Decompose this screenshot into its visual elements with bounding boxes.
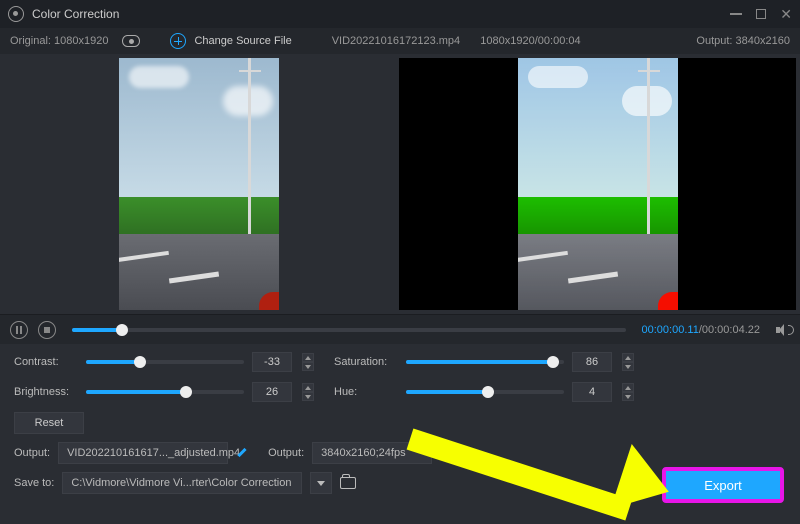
brightness-value[interactable]: 26 (252, 382, 292, 402)
saturation-step-up[interactable] (622, 353, 634, 362)
playback-time: 00:00:00.11/00:00:04.22 (642, 324, 760, 336)
saturation-stepper (622, 353, 634, 371)
saturation-value[interactable]: 86 (572, 352, 612, 372)
save-path-dropdown[interactable] (310, 472, 332, 494)
preview-area (0, 54, 800, 314)
output-label-text: Output: (696, 35, 732, 47)
reset-button[interactable]: Reset (14, 412, 84, 434)
save-path-field[interactable]: C:\Vidmore\Vidmore Vi...rter\Color Corre… (62, 472, 302, 494)
original-label-text: Original: (10, 35, 51, 47)
app-icon (8, 6, 24, 22)
preview-adjusted (399, 58, 796, 310)
stop-button[interactable] (38, 321, 56, 339)
maximize-button[interactable] (756, 9, 766, 19)
output-row-1: Output: VID202210161617..._adjusted.mp4 … (14, 442, 786, 464)
time-current: 00:00:00.11 (642, 324, 699, 336)
brightness-step-down[interactable] (302, 392, 314, 401)
time-total: 00:00:04.22 (702, 324, 760, 336)
window-controls: ✕ (730, 7, 792, 21)
hue-stepper (622, 383, 634, 401)
hue-value[interactable]: 4 (572, 382, 612, 402)
source-res-duration: 1080x1920/00:00:04 (480, 35, 580, 47)
output-format-label: Output: (268, 447, 304, 459)
volume-icon[interactable] (776, 324, 790, 336)
contrast-label: Contrast: (14, 356, 78, 368)
output-filename-label: Output: (14, 447, 50, 459)
contrast-value[interactable]: -33 (252, 352, 292, 372)
minimize-button[interactable] (730, 13, 742, 15)
window-title: Color Correction (32, 7, 119, 21)
pause-button[interactable] (10, 321, 28, 339)
saturation-label: Saturation: (334, 356, 398, 368)
contrast-step-up[interactable] (302, 353, 314, 362)
video-frame-adjusted (518, 58, 678, 310)
saturation-step-down[interactable] (622, 362, 634, 371)
save-to-label: Save to: (14, 477, 54, 489)
file-info: VID20221016172123.mp4 1080x1920/00:00:04 (332, 35, 581, 47)
adjustment-sliders: Contrast: -33 Saturation: 86 Brightness:… (0, 344, 800, 406)
hue-slider[interactable] (406, 390, 564, 394)
change-source-button[interactable]: Change Source File (194, 35, 291, 47)
original-resolution: 1080x1920 (54, 35, 108, 47)
preview-toggle-icon[interactable] (122, 35, 140, 47)
close-button[interactable]: ✕ (780, 7, 792, 21)
hue-label: Hue: (334, 386, 398, 398)
output-format-field[interactable]: 3840x2160;24fps (312, 442, 432, 464)
hue-step-down[interactable] (622, 392, 634, 401)
brightness-step-up[interactable] (302, 383, 314, 392)
info-bar: Original: 1080x1920 Change Source File V… (0, 28, 800, 54)
brightness-row: Brightness: 26 (14, 382, 314, 402)
original-label: Original: 1080x1920 (10, 35, 108, 47)
scrub-slider[interactable] (72, 328, 626, 332)
saturation-slider[interactable] (406, 360, 564, 364)
scrub-knob[interactable] (116, 324, 128, 336)
title-bar: Color Correction ✕ (0, 0, 800, 28)
output-info: Output: 3840x2160 (696, 35, 790, 47)
output-resolution: 3840x2160 (736, 35, 790, 47)
hue-row: Hue: 4 (334, 382, 634, 402)
output-filename-field[interactable]: VID202210161617..._adjusted.mp4 (58, 442, 228, 464)
export-button[interactable]: Export (662, 467, 784, 503)
hue-step-up[interactable] (622, 383, 634, 392)
plus-icon[interactable] (170, 33, 186, 49)
source-filename: VID20221016172123.mp4 (332, 35, 460, 47)
brightness-slider[interactable] (86, 390, 244, 394)
scrub-fill (72, 328, 122, 332)
contrast-slider[interactable] (86, 360, 244, 364)
video-frame-original (119, 58, 279, 310)
brightness-stepper (302, 383, 314, 401)
preview-original (0, 54, 397, 314)
settings-icon[interactable] (440, 445, 456, 461)
contrast-row: Contrast: -33 (14, 352, 314, 372)
playback-bar: 00:00:00.11/00:00:04.22 (0, 314, 800, 344)
brightness-label: Brightness: (14, 386, 78, 398)
edit-filename-icon[interactable] (236, 446, 250, 460)
saturation-row: Saturation: 86 (334, 352, 634, 372)
open-folder-icon[interactable] (340, 477, 356, 489)
contrast-stepper (302, 353, 314, 371)
contrast-step-down[interactable] (302, 362, 314, 371)
